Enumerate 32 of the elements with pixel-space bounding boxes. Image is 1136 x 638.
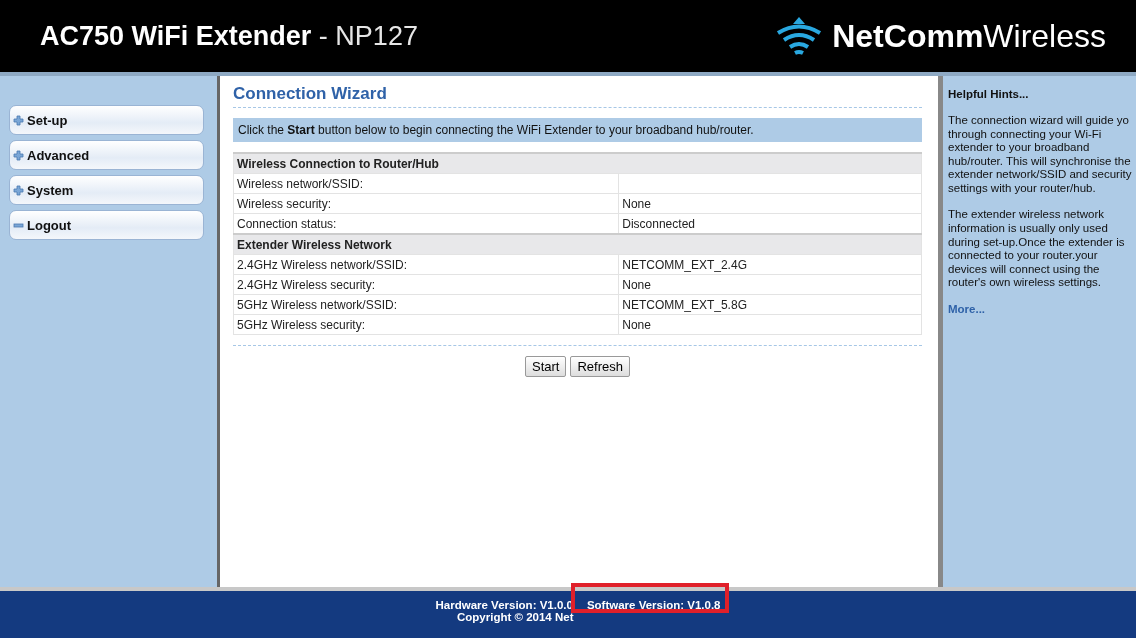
hint-paragraph: The extender wireless network information is usually only used during set-up.Once the extender is connected to your router.your devices will connect using the router's own wireless settings. xyxy=(948,208,1126,290)
section-heading: Extender Wireless Network xyxy=(233,234,922,255)
plus-icon xyxy=(13,114,24,126)
software-version: Software Version: V1.0.8 xyxy=(586,599,721,611)
table-cell: None xyxy=(618,314,922,335)
brand-logo: NetCommWireless xyxy=(832,17,1106,55)
page-title: Connection Wizard xyxy=(233,84,922,108)
copyright-text: Copyright © 2014 Net xyxy=(457,611,574,623)
action-button[interactable]: Start xyxy=(525,356,567,377)
plus-icon xyxy=(13,149,24,161)
table-cell: None xyxy=(618,193,922,214)
product-title: AC750 WiFi Extender - NP127 xyxy=(40,20,418,52)
menu-item[interactable]: Logout xyxy=(9,210,204,240)
section-heading: Wireless Connection to Router/Hub xyxy=(233,153,922,174)
action-button[interactable]: Refresh xyxy=(570,356,630,377)
hints-title: Helpful Hints... xyxy=(948,88,1030,100)
table-cell: None xyxy=(618,274,922,295)
table-cell: 2.4GHz Wireless network/SSID: xyxy=(233,254,619,275)
table-cell: NETCOMM_EXT_5.8G xyxy=(618,294,922,315)
menu-item[interactable]: System xyxy=(9,175,204,205)
table-cell: Wireless security: xyxy=(233,193,619,214)
table-cell: NETCOMM_EXT_2.4G xyxy=(618,254,922,275)
plus-icon xyxy=(13,184,24,196)
hint-paragraph: The connection wizard will guide yo through connecting your Wi-Fi extender to your broadband hub/router. This will synchronise the extender network/SSID and security settings with your router/hub. xyxy=(948,114,1133,196)
table-cell: 5GHz Wireless network/SSID: xyxy=(233,294,619,315)
menu-item[interactable]: Advanced xyxy=(9,140,204,170)
menu-item[interactable]: Set-up xyxy=(9,105,204,135)
table-cell: 2.4GHz Wireless security: xyxy=(233,274,619,295)
more-link[interactable]: More... xyxy=(948,302,986,315)
intro-text: Click the Start button below to begin connecting the WiFi Extender to your broadband hub/router. xyxy=(233,118,922,142)
table-cell: Wireless network/SSID: xyxy=(233,173,619,194)
table-cell: 5GHz Wireless security: xyxy=(233,314,619,335)
